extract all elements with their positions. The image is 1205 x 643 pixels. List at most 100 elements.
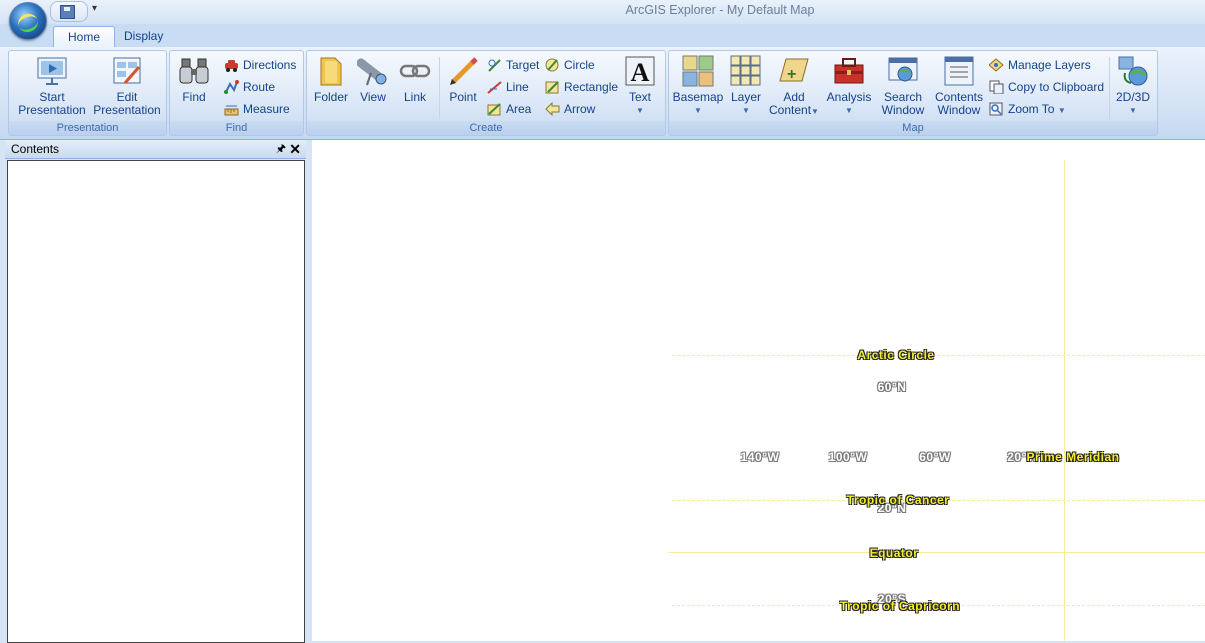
area-draw-icon — [487, 102, 502, 116]
directions-button[interactable]: Directions — [224, 56, 296, 74]
text-button[interactable]: A Text ▼ — [621, 53, 659, 117]
dropdown-caret-icon: ▼ — [1129, 106, 1137, 115]
tropic-of-capricorn-label: Tropic of Capricorn — [839, 599, 961, 613]
target-button[interactable]: Target — [487, 56, 539, 74]
tab-display[interactable]: Display — [110, 26, 177, 47]
analysis-button[interactable]: Analysis ▼ — [824, 53, 874, 117]
group-label-map: Map — [669, 121, 1157, 135]
copy-to-clipboard-button[interactable]: Copy to Clipboard — [989, 78, 1104, 96]
group-find: Find Directions Route Measure Find — [169, 50, 304, 136]
group-label-create: Create — [307, 121, 665, 135]
add-content-button[interactable]: + Add Content▼ — [768, 53, 820, 118]
group-presentation: Start Presentation ▼ Edit Presentation P… — [8, 50, 167, 136]
ribbon-tab-row: Home Display — [0, 24, 1205, 48]
route-icon — [224, 80, 239, 94]
search-window-icon — [887, 55, 919, 87]
rectangle-draw-icon — [545, 80, 560, 94]
tab-home[interactable]: Home — [53, 26, 116, 48]
arrow-button[interactable]: Arrow — [545, 100, 595, 118]
line-label: Line — [506, 80, 529, 94]
rectangle-label: Rectangle — [564, 80, 619, 94]
telescope-icon — [356, 55, 389, 87]
pencil-icon — [447, 55, 479, 87]
folder-label: Folder — [313, 90, 348, 104]
layer-grid-icon — [730, 55, 762, 87]
dropdown-caret-icon: ▼ — [636, 106, 644, 115]
line-button[interactable]: Line — [487, 78, 529, 96]
find-label: Find — [182, 90, 206, 104]
title-bar: ▾ ArcGIS Explorer - My Default Map — [0, 0, 1205, 40]
add-content-icon: + — [778, 55, 810, 87]
area-button[interactable]: Area — [487, 100, 531, 118]
application-menu-button[interactable] — [9, 2, 47, 40]
line-draw-icon — [487, 80, 502, 94]
search-window-label-2: Window — [881, 103, 925, 117]
contents-window-button[interactable]: Contents Window — [932, 53, 986, 117]
layer-button[interactable]: Layer ▼ — [726, 53, 766, 117]
zoom-to-label: Zoom To — [1008, 102, 1055, 116]
contents-panel: Contents 🖈 ✕ — [5, 140, 306, 643]
longitude-label-100w: 100°W — [828, 450, 868, 464]
binoculars-icon — [178, 55, 210, 87]
folder-button[interactable]: Folder — [311, 53, 351, 104]
latitude-label-60n: 60°N — [877, 380, 907, 394]
view-button[interactable]: View — [353, 53, 393, 104]
link-button[interactable]: Link — [395, 53, 435, 104]
point-button[interactable]: Point — [443, 53, 483, 104]
2d-3d-globe-icon — [1117, 55, 1149, 87]
dropdown-caret-icon: ▼ — [1057, 106, 1066, 115]
manage-layers-button[interactable]: Manage Layers — [988, 56, 1091, 74]
car-icon — [224, 58, 239, 72]
equator-line — [668, 552, 1205, 553]
route-button[interactable]: Route — [224, 78, 275, 96]
svg-text:A: A — [631, 58, 650, 87]
group-create: Folder View Link Point Target Line Area … — [306, 50, 666, 136]
basemap-button[interactable]: Basemap ▼ — [672, 53, 724, 117]
longitude-label-140w: 140°W — [740, 450, 780, 464]
group-label-find: Find — [170, 121, 303, 135]
basemap-label: Basemap — [672, 90, 724, 104]
route-label: Route — [243, 80, 276, 94]
text-label: Text — [628, 90, 651, 104]
contents-panel-title: Contents — [11, 142, 60, 156]
start-presentation-label-2: Presentation — [18, 103, 86, 117]
rectangle-button[interactable]: Rectangle — [545, 78, 618, 96]
area-label: Area — [506, 102, 532, 116]
arctic-circle-label: Arctic Circle — [857, 348, 935, 362]
group-map: Basemap ▼ Layer ▼ + Add Content▼ Analysi… — [668, 50, 1158, 136]
start-presentation-button[interactable]: Start Presentation ▼ — [13, 53, 91, 131]
equator-label: Equator — [869, 546, 919, 560]
text-a-icon: A — [624, 55, 656, 87]
link-label: Link — [403, 90, 426, 104]
dropdown-caret-icon: ▼ — [811, 107, 819, 116]
measure-button[interactable]: Measure — [224, 100, 290, 118]
2d-3d-button[interactable]: 2D/3D ▼ — [1113, 53, 1153, 117]
contents-window-label-2: Window — [937, 103, 981, 117]
circle-button[interactable]: Circle — [545, 56, 595, 74]
target-pencil-icon — [487, 58, 502, 72]
dropdown-caret-icon: ▼ — [742, 106, 750, 115]
contents-tree[interactable] — [7, 160, 305, 643]
measure-label: Measure — [243, 102, 290, 116]
search-window-button[interactable]: Search Window — [878, 53, 928, 117]
layer-label: Layer — [730, 90, 762, 104]
edit-presentation-icon — [111, 55, 143, 87]
prime-meridian-line — [1064, 160, 1065, 641]
2d-3d-label: 2D/3D — [1115, 90, 1150, 104]
edit-presentation-label-2: Presentation — [93, 103, 161, 117]
zoom-to-icon — [989, 102, 1004, 116]
map-view[interactable]: Arctic Circle 60°N 140°W 100°W 60°W 20°W… — [312, 140, 1205, 641]
pin-icon[interactable]: 🖈 — [276, 140, 286, 158]
globe-logo-icon — [15, 11, 41, 35]
contents-window-icon — [943, 55, 975, 87]
circle-label: Circle — [564, 58, 595, 72]
dropdown-caret-icon: ▼ — [845, 106, 853, 115]
zoom-to-button[interactable]: Zoom To ▼ — [989, 100, 1066, 118]
arrow-label: Arrow — [564, 102, 596, 116]
find-button[interactable]: Find — [174, 53, 214, 104]
longitude-label-60w: 60°W — [919, 450, 951, 464]
chain-link-icon — [399, 55, 431, 87]
close-icon[interactable]: ✕ — [289, 140, 301, 158]
manage-layers-label: Manage Layers — [1008, 58, 1091, 72]
edit-presentation-button[interactable]: Edit Presentation — [93, 53, 161, 117]
